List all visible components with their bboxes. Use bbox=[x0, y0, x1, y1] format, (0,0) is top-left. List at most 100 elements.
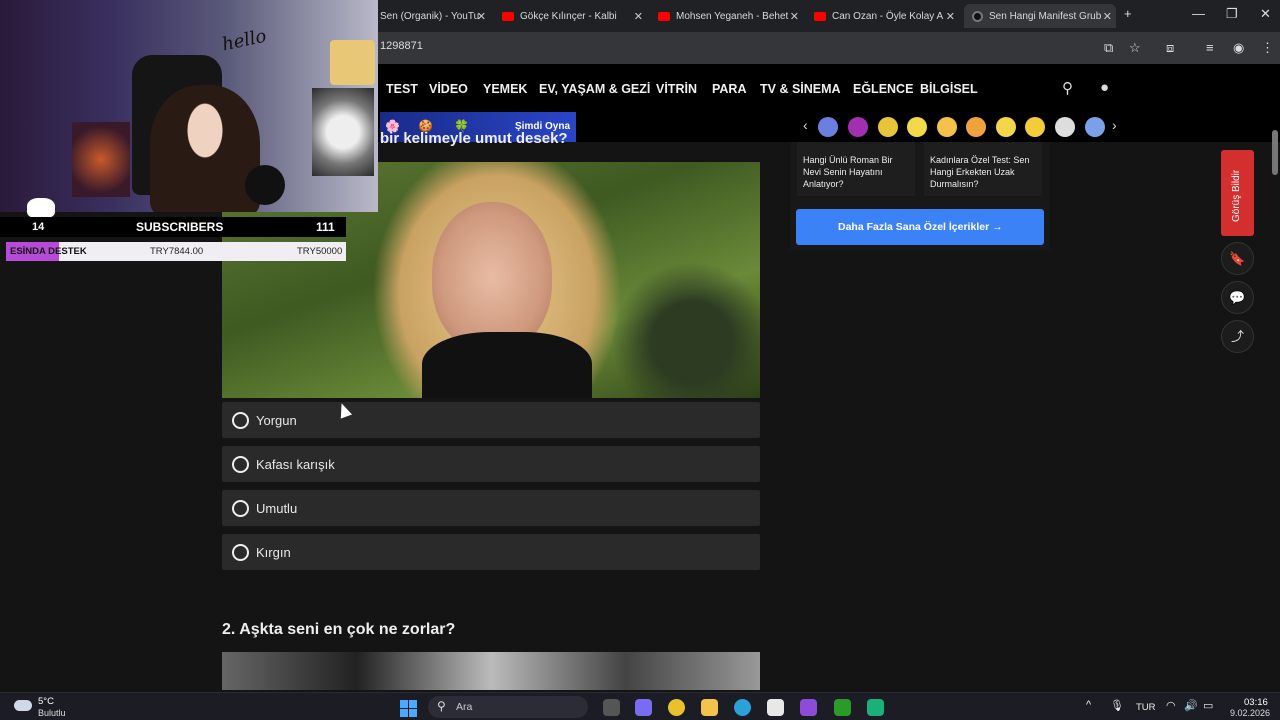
answer-option[interactable]: Kafası karışık bbox=[222, 446, 760, 482]
nav-item-tv-sinema[interactable]: TV & SİNEMA bbox=[760, 82, 841, 96]
windows-start-icon[interactable] bbox=[400, 700, 417, 717]
search-placeholder: Ara bbox=[456, 701, 473, 713]
answer-option[interactable]: Umutlu bbox=[222, 490, 760, 526]
tab-close-icon[interactable]: ✕ bbox=[477, 10, 486, 23]
tray-chevron-icon[interactable]: ^ bbox=[1086, 699, 1091, 711]
youtube-icon bbox=[658, 11, 670, 21]
tab-title: Mohsen Yeganeh - Behet bbox=[676, 10, 789, 22]
chrome-icon[interactable] bbox=[668, 699, 685, 716]
battery-icon[interactable]: ▭ bbox=[1203, 699, 1213, 712]
radio-button[interactable] bbox=[232, 456, 249, 473]
donation-goal: TRY50000 bbox=[297, 246, 343, 257]
subscribers-label: SUBSCRIBERS bbox=[136, 220, 224, 234]
emoji-icon[interactable] bbox=[1055, 117, 1075, 137]
nav-item-test[interactable]: TEST bbox=[386, 82, 418, 96]
wall-painting bbox=[72, 122, 130, 197]
more-content-button[interactable]: Daha Fazla Sana Özel İçerikler → bbox=[796, 209, 1044, 245]
bookmark-star-icon[interactable]: ☆ bbox=[1129, 40, 1141, 56]
app-icon[interactable] bbox=[800, 699, 817, 716]
microphone-icon[interactable]: 🎙 bbox=[1110, 699, 1124, 712]
nav-item-ev-yasam-gezi[interactable]: EV, YAŞAM & GEZİ bbox=[539, 82, 650, 96]
xbox-icon[interactable] bbox=[834, 699, 851, 716]
scrollbar[interactable] bbox=[1272, 130, 1278, 175]
search-icon[interactable]: ⚲ bbox=[1062, 79, 1073, 97]
donation-label: ESİNDA DESTEK bbox=[10, 246, 87, 257]
image-face bbox=[432, 202, 552, 352]
language-indicator[interactable]: TUR bbox=[1136, 702, 1156, 713]
comments-icon[interactable]: 💬 bbox=[1221, 281, 1254, 314]
category-badge-icon[interactable] bbox=[848, 117, 868, 137]
task-view-icon[interactable] bbox=[603, 699, 620, 716]
category-badge-icon[interactable] bbox=[878, 117, 898, 137]
store-icon[interactable] bbox=[767, 699, 784, 716]
media-control-icon[interactable]: ≡ bbox=[1206, 40, 1214, 55]
edge-icon[interactable] bbox=[734, 699, 751, 716]
tab-title: Can Ozan - Öyle Kolay A bbox=[832, 10, 944, 22]
answer-option[interactable]: Kırgın bbox=[222, 534, 760, 570]
minimize-icon[interactable]: — bbox=[1192, 6, 1205, 21]
user-icon[interactable]: ● bbox=[1100, 79, 1109, 96]
more-content-label: Daha Fazla Sana Özel İçerikler → bbox=[838, 221, 1003, 233]
nav-item-video[interactable]: VİDEO bbox=[429, 82, 468, 96]
tab-title: Sen (Organik) - YouTu bbox=[380, 10, 480, 22]
emoji-icon[interactable] bbox=[966, 117, 986, 137]
category-badge-icon[interactable] bbox=[1085, 117, 1105, 137]
taskbar-search[interactable]: ⚲ Ara bbox=[428, 696, 588, 718]
category-badge-icon[interactable] bbox=[818, 117, 838, 137]
radio-button[interactable] bbox=[232, 412, 249, 429]
nav-item-para[interactable]: PARA bbox=[712, 82, 747, 96]
browser-tab[interactable]: Gökçe Kılınçer - Kalbi ✕ bbox=[502, 4, 647, 28]
donation-current: TRY7844.00 bbox=[150, 246, 204, 257]
emoji-icon[interactable] bbox=[996, 117, 1016, 137]
url-field[interactable]: 1298871 bbox=[380, 40, 423, 52]
youtube-icon bbox=[814, 11, 826, 21]
emoji-icon[interactable] bbox=[937, 117, 957, 137]
emoji-icon[interactable] bbox=[907, 117, 927, 137]
weather-temp[interactable]: 5°C bbox=[38, 696, 54, 707]
recommendation-card[interactable]: Kadınlara Özel Test: Sen Hangi Erkekten … bbox=[924, 142, 1042, 196]
share-icon[interactable]: ⤴ bbox=[1221, 320, 1254, 353]
radio-button[interactable] bbox=[232, 500, 249, 517]
new-tab-button[interactable]: + bbox=[1124, 6, 1132, 21]
carousel-prev-icon[interactable]: ‹ bbox=[803, 117, 808, 133]
tab-close-icon[interactable]: ✕ bbox=[634, 10, 643, 23]
browser-tab-active[interactable]: Sen Hangi Manifest Grub ✕ bbox=[964, 4, 1116, 28]
answer-option[interactable]: Yorgun bbox=[222, 402, 760, 438]
copilot-icon[interactable] bbox=[635, 699, 652, 716]
question-2-title: 2. Aşkta seni en çok ne zorlar? bbox=[222, 621, 456, 638]
tab-close-icon[interactable]: ✕ bbox=[1103, 10, 1112, 23]
weather-desc[interactable]: Bulutlu bbox=[38, 708, 66, 718]
maximize-icon[interactable]: ❐ bbox=[1226, 6, 1238, 22]
file-explorer-icon[interactable] bbox=[701, 699, 718, 716]
tab-close-icon[interactable]: ✕ bbox=[790, 10, 799, 23]
browser-tab[interactable]: Can Ozan - Öyle Kolay A ✕ bbox=[814, 4, 959, 28]
window-close-icon[interactable]: ✕ bbox=[1260, 6, 1271, 22]
volume-icon[interactable]: 🔊 bbox=[1184, 699, 1198, 712]
install-app-icon[interactable]: ⧉ bbox=[1104, 40, 1113, 56]
nav-item-vitrin[interactable]: VİTRİN bbox=[656, 82, 697, 96]
recommendation-card[interactable]: Hangi Ünlü Roman Bir Nevi Senin Hayatını… bbox=[797, 142, 915, 196]
app-icon[interactable] bbox=[867, 699, 884, 716]
carousel-next-icon[interactable]: › bbox=[1112, 117, 1117, 133]
wifi-icon[interactable]: ◠ bbox=[1166, 699, 1176, 712]
tab-close-icon[interactable]: ✕ bbox=[946, 10, 955, 23]
clock-date[interactable]: 9.02.2026 bbox=[1230, 708, 1270, 718]
radio-button[interactable] bbox=[232, 544, 249, 561]
bookmark-icon[interactable]: 🔖 bbox=[1221, 242, 1254, 275]
answer-label: Umutlu bbox=[256, 501, 298, 516]
image-coat bbox=[422, 332, 592, 398]
browser-tab[interactable]: Mohsen Yeganeh - Behet ✕ bbox=[658, 4, 803, 28]
browser-menu-icon[interactable]: ⋮ bbox=[1261, 40, 1274, 56]
cloud-icon[interactable] bbox=[14, 700, 32, 711]
nav-item-yemek[interactable]: YEMEK bbox=[483, 82, 527, 96]
nav-item-bilgisel[interactable]: BİLGİSEL bbox=[920, 82, 978, 96]
emoji-icon[interactable] bbox=[1025, 117, 1045, 137]
feedback-button[interactable]: Görüş Bildir bbox=[1221, 150, 1254, 236]
wall-art bbox=[330, 40, 375, 85]
extensions-icon[interactable]: ⧈ bbox=[1166, 40, 1174, 56]
clock-time[interactable]: 03:16 bbox=[1244, 697, 1268, 708]
browser-tab[interactable]: Sen (Organik) - YouTu ✕ bbox=[380, 4, 490, 28]
nav-item-eglence[interactable]: EĞLENCE bbox=[853, 82, 913, 96]
search-icon: ⚲ bbox=[437, 699, 446, 713]
profile-icon[interactable]: ◉ bbox=[1233, 40, 1244, 56]
